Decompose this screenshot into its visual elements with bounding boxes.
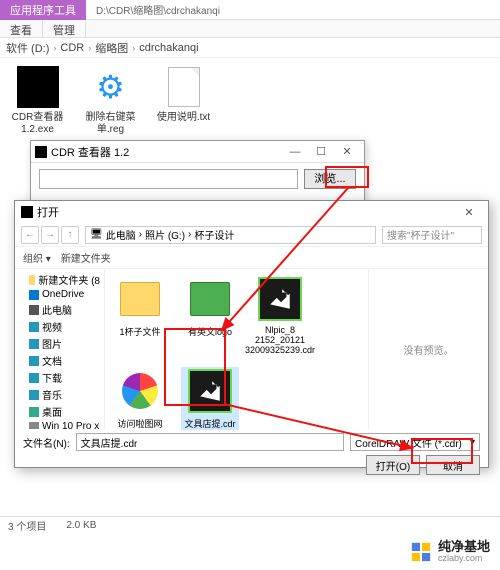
- wheel-icon: [122, 373, 158, 409]
- watermark-title: 纯净基地: [438, 540, 490, 554]
- file-exe[interactable]: CDR查看器1.2.exe: [10, 66, 65, 145]
- crumb[interactable]: 照片 (G:): [145, 227, 185, 242]
- addr-seg[interactable]: 缩略图: [95, 40, 128, 56]
- new-folder-button[interactable]: 新建文件夹: [61, 250, 111, 265]
- chevron-down-icon: ▾: [470, 437, 475, 448]
- tree-item[interactable]: Win 10 Pro x: [15, 420, 104, 429]
- filetype-dropdown[interactable]: CorelDRAW 文件 (*.cdr)▾: [350, 433, 480, 451]
- browse-button[interactable]: 浏览...: [304, 169, 356, 189]
- file-item[interactable]: Nlpic_8 2152_20121 32009325239.cdr: [251, 275, 309, 355]
- thumb-label: 文具店提.cdr: [184, 417, 235, 430]
- tree-item[interactable]: 桌面: [15, 403, 104, 420]
- crumb[interactable]: 杯子设计: [194, 227, 234, 242]
- crumb[interactable]: 此电脑: [106, 227, 136, 242]
- close-button[interactable]: ✕: [456, 203, 482, 221]
- pc-icon: 🖥: [90, 229, 103, 240]
- cancel-button[interactable]: 取消: [426, 455, 480, 475]
- search-input[interactable]: 搜索"杯子设计": [382, 226, 482, 244]
- dialog-toolbar: 组织 ▾ 新建文件夹: [15, 247, 488, 269]
- maximize-button[interactable]: ☐: [308, 143, 334, 161]
- close-button[interactable]: ✕: [334, 143, 360, 161]
- app-icon: [35, 146, 47, 158]
- tree-item[interactable]: 视频: [15, 318, 104, 335]
- dialog-footer: 文件名(N): CorelDRAW 文件 (*.cdr)▾ 打开(O) 取消: [15, 429, 488, 467]
- status-bar: 3 个项目 2.0 KB: [0, 516, 500, 534]
- status-items: 3 个项目: [8, 518, 46, 533]
- tree-item[interactable]: 文档: [15, 352, 104, 369]
- file-label: CDR查看器1.2.exe: [10, 112, 65, 136]
- organize-menu[interactable]: 组织 ▾: [23, 250, 51, 265]
- addr-seg[interactable]: CDR: [60, 42, 84, 54]
- file-txt[interactable]: 使用说明.txt: [156, 66, 211, 145]
- file-grid: 1杯子文件 有英文logo Nlpic_8 2152_20121 3200932…: [105, 269, 368, 429]
- minimize-button[interactable]: —: [282, 143, 308, 161]
- tree-item[interactable]: 新建文件夹 (8: [15, 271, 104, 288]
- window-title: CDR 查看器 1.2: [51, 144, 129, 160]
- filename-label: 文件名(N):: [23, 435, 70, 450]
- file-label: 使用说明.txt: [157, 112, 210, 124]
- dialog-title: 打开: [37, 204, 59, 220]
- tab-manage[interactable]: 管理: [43, 20, 86, 37]
- status-size: 2.0 KB: [66, 520, 96, 531]
- tab-app-tools[interactable]: 应用程序工具: [0, 0, 86, 20]
- cdr-icon: [258, 277, 302, 321]
- thumb-label: 有英文logo: [188, 325, 232, 338]
- dialog-nav: ← → ↑ 🖥 此电脑› 照片 (G:)› 杯子设计 搜索"杯子设计": [15, 223, 488, 247]
- file-item-selected[interactable]: 文具店提.cdr: [181, 367, 239, 430]
- dialog-open: 打开 ✕ ← → ↑ 🖥 此电脑› 照片 (G:)› 杯子设计 搜索"杯子设计"…: [14, 200, 489, 468]
- addr-seg[interactable]: cdrchakanqi: [139, 42, 198, 54]
- breadcrumb[interactable]: 🖥 此电脑› 照片 (G:)› 杯子设计: [85, 226, 376, 244]
- file-grid: CDR查看器1.2.exe ⚙ 删除右键菜单.reg 使用说明.txt: [0, 58, 500, 153]
- addr-seg[interactable]: 软件 (D:): [6, 40, 49, 56]
- preview-pane: 没有预览。: [368, 269, 488, 429]
- path-input[interactable]: [39, 169, 298, 189]
- path-display: D:\CDR\缩略图\cdrchakanqi: [86, 0, 230, 19]
- thumb-label: Nlpic_8 2152_20121 32009325239.cdr: [245, 325, 315, 355]
- exe-icon: [17, 66, 59, 108]
- watermark-logo-icon: [410, 541, 432, 563]
- dialog-icon: [21, 206, 33, 218]
- tree-item[interactable]: OneDrive: [15, 288, 104, 301]
- ribbon-subtabs: 查看 管理: [0, 20, 500, 38]
- back-button[interactable]: ←: [21, 226, 39, 244]
- watermark-url: czlaby.com: [438, 554, 490, 564]
- folder-item[interactable]: 有英文logo: [181, 275, 239, 355]
- folder-item[interactable]: 1杯子文件: [111, 275, 169, 355]
- dialog-titlebar[interactable]: 打开 ✕: [15, 201, 488, 223]
- cdr-icon: [188, 369, 232, 413]
- watermark: 纯净基地 czlaby.com: [0, 534, 500, 570]
- file-reg[interactable]: ⚙ 删除右键菜单.reg: [83, 66, 138, 145]
- tab-view[interactable]: 查看: [0, 20, 43, 37]
- file-label: 删除右键菜单.reg: [83, 112, 138, 136]
- txt-icon: [168, 67, 200, 107]
- tree-item[interactable]: 此电脑: [15, 301, 104, 318]
- filename-input[interactable]: [76, 433, 344, 451]
- file-item[interactable]: 访问啦图网: [111, 367, 169, 430]
- address-bar[interactable]: 软件 (D:)› CDR› 缩略图› cdrchakanqi: [0, 38, 500, 58]
- open-button[interactable]: 打开(O): [366, 455, 420, 475]
- tree-item[interactable]: 图片: [15, 335, 104, 352]
- tree-item[interactable]: 下载: [15, 369, 104, 386]
- forward-button[interactable]: →: [41, 226, 59, 244]
- thumb-label: 1杯子文件: [119, 325, 160, 338]
- tree-item[interactable]: 音乐: [15, 386, 104, 403]
- up-button[interactable]: ↑: [61, 226, 79, 244]
- folder-tree[interactable]: 新建文件夹 (8 OneDrive 此电脑 视频 图片 文档 下载 音乐 桌面 …: [15, 269, 105, 429]
- reg-icon: ⚙: [96, 68, 125, 106]
- thumb-label: 访问啦图网: [117, 417, 162, 430]
- window-titlebar[interactable]: CDR 查看器 1.2 — ☐ ✕: [31, 141, 364, 163]
- ribbon-tabs: 应用程序工具 D:\CDR\缩略图\cdrchakanqi: [0, 0, 500, 20]
